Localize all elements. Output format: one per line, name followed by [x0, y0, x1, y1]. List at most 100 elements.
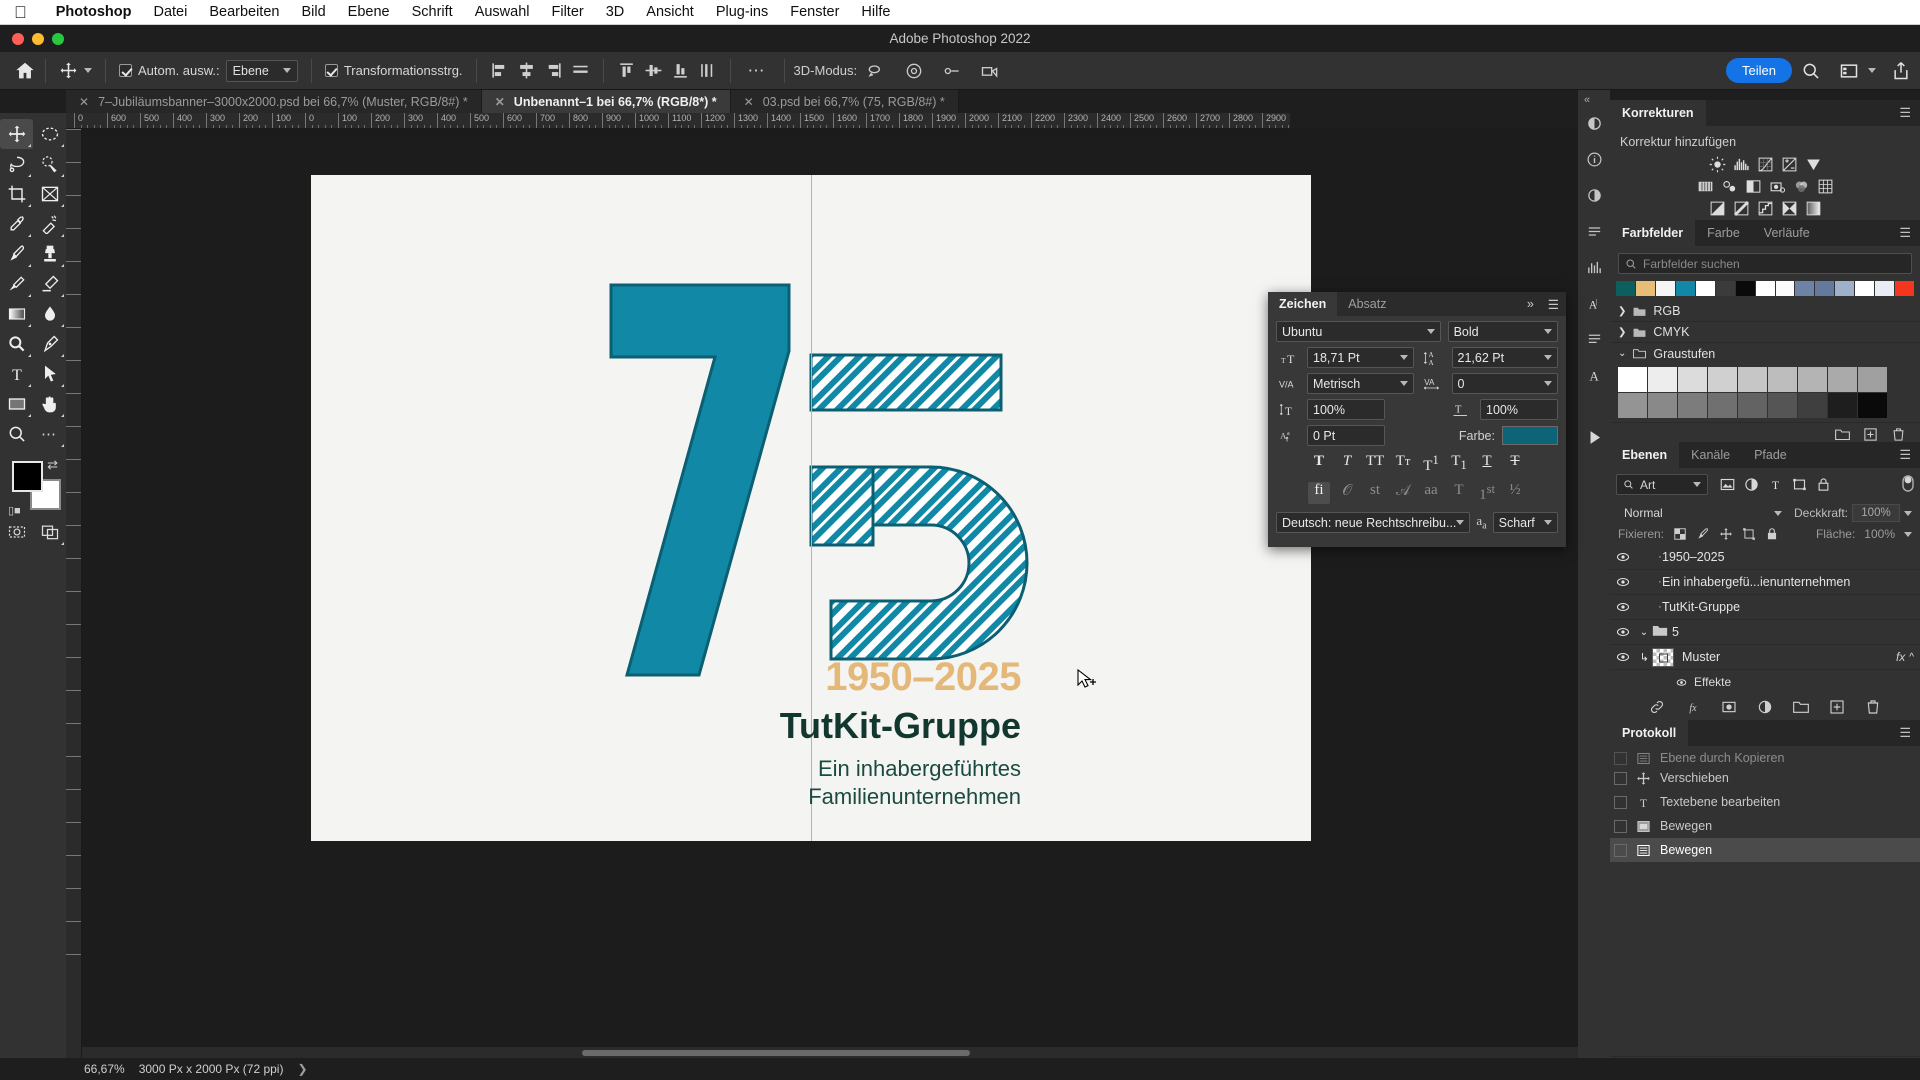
menu-item-ansicht[interactable]: Ansicht	[635, 4, 705, 20]
paragraph-panel-icon[interactable]	[1583, 328, 1605, 350]
foreground-color-swatch[interactable]	[12, 461, 43, 492]
canvas-text-years[interactable]: 1950–2025	[601, 655, 1021, 700]
color-lookup-icon[interactable]	[1817, 178, 1834, 195]
curves-icon[interactable]	[1757, 156, 1774, 173]
color-swatch[interactable]	[1795, 281, 1815, 296]
color-panel-icon[interactable]	[1583, 112, 1605, 134]
transform-controls-checkbox[interactable]	[324, 64, 338, 77]
all-caps-button[interactable]: TT	[1364, 453, 1386, 475]
pixel-layers-filter-icon[interactable]	[1720, 477, 1735, 492]
quick-mask-icon[interactable]	[0, 517, 33, 547]
glyphs-panel-icon[interactable]: A	[1583, 364, 1605, 386]
character-panel[interactable]: Zeichen Absatz » ☰ Ubuntu Bold TT 18,71 …	[1268, 292, 1566, 547]
menu-item-fenster[interactable]: Fenster	[779, 4, 850, 20]
kerning-field[interactable]: Metrisch	[1307, 373, 1414, 394]
grayscale-swatch[interactable]	[1798, 393, 1827, 418]
anti-alias-dropdown[interactable]: Scharf	[1492, 512, 1558, 533]
titling-alternates-button[interactable]: T	[1448, 482, 1470, 504]
layer-row-effekte[interactable]: Effekte	[1610, 670, 1920, 695]
menu-item-schrift[interactable]: Schrift	[401, 4, 464, 20]
distribute-vertical-centers-icon[interactable]	[644, 61, 663, 80]
zoom-level[interactable]: 66,67%	[84, 1062, 125, 1076]
menu-item-datei[interactable]: Datei	[142, 4, 198, 20]
collapse-panels-icon[interactable]: «	[1584, 94, 1590, 106]
font-family-dropdown[interactable]: Ubuntu	[1276, 321, 1441, 342]
font-style-dropdown[interactable]: Bold	[1447, 321, 1558, 342]
distribute-left-icon[interactable]	[698, 61, 717, 80]
auto-select-option[interactable]: Autom. ausw.: Ebene	[115, 59, 302, 82]
underline-button[interactable]: T	[1476, 453, 1498, 475]
grayscale-swatch[interactable]	[1678, 393, 1707, 418]
history-snapshot-box[interactable]	[1614, 819, 1627, 833]
color-swatch[interactable]	[1755, 281, 1775, 296]
menu-item-ebene[interactable]: Ebene	[337, 4, 401, 20]
contextual-alternates-button[interactable]: 𝒪	[1336, 482, 1358, 504]
tab-kanaele[interactable]: Kanäle	[1679, 442, 1743, 468]
menu-item-plugins[interactable]: Plug-ins	[705, 4, 779, 20]
horizontal-scale-field[interactable]: 100%	[1480, 399, 1558, 420]
history-snapshot-box[interactable]	[1614, 751, 1627, 765]
transform-controls-option[interactable]: Transformationsstrg.	[321, 63, 467, 78]
panel-menu-icon[interactable]: ☰	[1890, 100, 1920, 126]
3d-pan-icon[interactable]	[942, 61, 962, 81]
path-selection-tool[interactable]	[33, 359, 66, 389]
smart-object-filter-icon[interactable]	[1816, 477, 1831, 492]
gradient-map-icon[interactable]	[1805, 200, 1822, 217]
tab-farbe[interactable]: Farbe	[1695, 220, 1752, 246]
eye-icon[interactable]	[1610, 575, 1636, 589]
elliptical-marquee-tool[interactable]	[33, 119, 66, 149]
recent-swatches-strip[interactable]	[1610, 281, 1920, 296]
tab-verlaeufe[interactable]: Verläufe	[1751, 220, 1822, 246]
3d-orbit-icon[interactable]	[866, 61, 886, 81]
frame-tool[interactable]	[33, 179, 66, 209]
new-swatch-icon[interactable]	[1863, 427, 1878, 442]
opacity-control[interactable]: Deckkraft: 100%	[1794, 504, 1912, 522]
layer-style-icon[interactable]: fx	[1685, 699, 1701, 715]
chevron-down-icon[interactable]	[1868, 68, 1876, 73]
opacity-value[interactable]: 100%	[1852, 504, 1900, 522]
brightness-contrast-icon[interactable]	[1709, 156, 1726, 173]
blend-mode-dropdown[interactable]: Normal	[1618, 503, 1788, 523]
hand-tool[interactable]	[33, 389, 66, 419]
new-group-icon[interactable]	[1835, 427, 1850, 442]
artboard[interactable]: 1950–2025 TutKit-Gruppe Ein inhabergefüh…	[311, 175, 1311, 841]
baseline-shift-field[interactable]: 0 Pt	[1307, 425, 1385, 446]
grayscale-swatch[interactable]	[1738, 393, 1767, 418]
close-icon[interactable]: ✕	[495, 95, 505, 109]
layer-name[interactable]: 5	[1672, 625, 1920, 639]
small-caps-button[interactable]: Tт	[1392, 453, 1414, 475]
standard-ligatures-button[interactable]: fi	[1308, 482, 1330, 504]
canvas-text-subline[interactable]: Ein inhabergeführtes Familienunternehmen	[561, 755, 1021, 810]
tab-absatz[interactable]: Absatz	[1337, 292, 1397, 316]
layer-row-tutkit-gruppe[interactable]: T TutKit-Gruppe	[1610, 595, 1920, 620]
home-icon[interactable]	[14, 60, 36, 82]
panel-menu-icon[interactable]: ☰	[1890, 720, 1920, 746]
layer-row-muster[interactable]: ↳ Muster fx ^	[1610, 645, 1920, 670]
grayscale-swatch[interactable]	[1648, 393, 1677, 418]
language-dropdown[interactable]: Deutsch: neue Rechtschreibu...	[1276, 512, 1471, 533]
invert-icon[interactable]	[1709, 200, 1726, 217]
leading-field[interactable]: 21,62 Pt	[1451, 347, 1558, 368]
clone-stamp-tool[interactable]	[33, 239, 66, 269]
auto-select-checkbox[interactable]	[119, 64, 132, 77]
info-panel-icon[interactable]	[1583, 148, 1605, 170]
color-swatch[interactable]	[1875, 281, 1895, 296]
threshold-icon[interactable]	[1757, 200, 1774, 217]
tab-ebenen[interactable]: Ebenen	[1610, 442, 1680, 468]
properties-panel-icon[interactable]	[1583, 220, 1605, 242]
history-snapshot-box[interactable]	[1614, 795, 1627, 809]
share-export-icon[interactable]	[1891, 61, 1911, 81]
grayscale-swatch[interactable]	[1618, 367, 1647, 392]
auto-select-dropdown[interactable]: Ebene	[225, 59, 298, 82]
swash-button[interactable]: 𝒜	[1392, 482, 1414, 504]
align-left-edges-icon[interactable]	[490, 61, 509, 80]
color-swatch[interactable]	[1616, 281, 1635, 296]
gradient-tool[interactable]	[0, 299, 33, 329]
history-item-textebene-bearbeiten[interactable]: T Textebene bearbeiten	[1610, 790, 1920, 814]
panel-menu-icon[interactable]: ☰	[1541, 292, 1566, 316]
grayscale-swatch[interactable]	[1858, 393, 1887, 418]
color-swatch[interactable]	[1635, 281, 1655, 296]
panel-menu-icon[interactable]: ☰	[1890, 442, 1920, 468]
workspace-icon[interactable]	[1839, 61, 1859, 81]
swatch-folder-cmyk[interactable]: ❯ CMYK	[1610, 322, 1920, 343]
